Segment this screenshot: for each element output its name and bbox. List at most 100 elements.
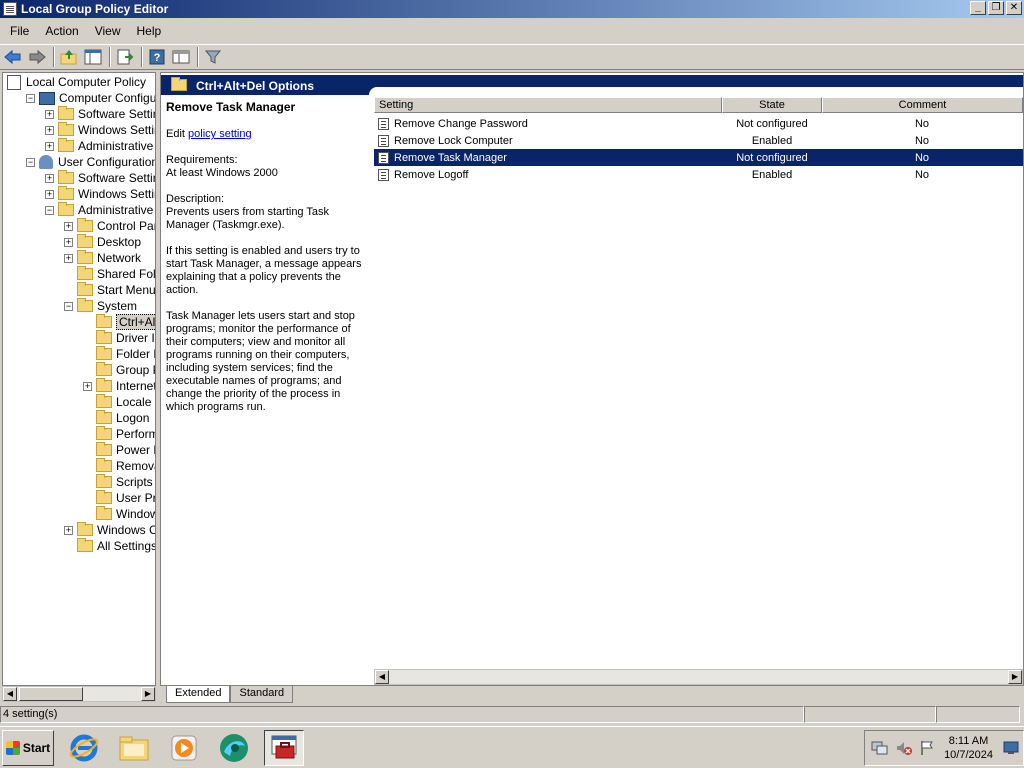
menu-bar: File Action View Help — [0, 20, 1024, 42]
tree-item[interactable]: Scripts — [83, 474, 153, 490]
collapse-icon[interactable]: − — [45, 205, 54, 215]
scroll-left-arrow-icon[interactable]: ◀ — [3, 687, 17, 701]
console-tree[interactable]: Local Computer Policy − Computer Configura… — [2, 72, 156, 686]
tree-item[interactable]: Local Computer Policy — [7, 74, 146, 90]
tree-item[interactable]: + Internet Co — [83, 378, 155, 394]
file-explorer-button[interactable] — [114, 730, 154, 766]
tree-item[interactable]: + Windows Settings — [45, 186, 155, 202]
network-icon[interactable] — [871, 740, 889, 756]
action-center-flag-icon[interactable] — [919, 740, 935, 756]
tree-item[interactable]: Locale Serv — [83, 394, 155, 410]
expand-icon[interactable]: + — [64, 221, 73, 231]
tree-item[interactable]: All Settings — [64, 538, 155, 554]
table-row[interactable]: Remove Change Password Not configured No — [374, 115, 1023, 132]
scroll-right-arrow-icon[interactable]: ▶ — [1008, 670, 1022, 684]
expand-icon[interactable]: + — [45, 189, 54, 199]
tree-item[interactable]: Driver Insta — [83, 330, 155, 346]
collapse-icon[interactable]: − — [26, 157, 35, 167]
tree-item[interactable]: + Windows Comp — [64, 522, 155, 538]
table-row[interactable]: Remove Task Manager Not configured No — [374, 149, 1023, 166]
toolbar-separator — [53, 47, 55, 67]
collapse-icon[interactable]: − — [64, 301, 73, 311]
close-button[interactable]: ✕ — [1006, 1, 1022, 15]
tree-item[interactable]: Performanc — [83, 426, 155, 442]
volume-muted-icon[interactable] — [895, 740, 913, 756]
menu-action[interactable]: Action — [39, 22, 84, 40]
tree-item[interactable]: Shared Folders — [64, 266, 156, 282]
tree-item[interactable]: − System — [64, 298, 137, 314]
properties-view-button[interactable] — [170, 46, 192, 68]
group-policy-editor-taskbar-button[interactable] — [264, 729, 304, 766]
tree-horizontal-scrollbar[interactable]: ◀ ▶ — [2, 686, 156, 702]
start-button[interactable]: Start — [2, 729, 54, 766]
filter-button[interactable] — [202, 46, 224, 68]
tree-item[interactable]: Windows H — [83, 506, 155, 522]
tree-item-label: Windows Settings — [78, 123, 155, 137]
media-player-button[interactable] — [164, 730, 204, 766]
collapse-icon[interactable]: − — [26, 93, 35, 103]
browser-button[interactable] — [214, 730, 254, 766]
tree-item-label: Administrative Tem — [78, 139, 155, 153]
setting-description: Remove Task Manager Edit policy setting … — [166, 101, 366, 427]
folder-icon — [58, 106, 74, 120]
expand-icon[interactable]: + — [45, 109, 54, 119]
up-one-level-button[interactable] — [58, 46, 80, 68]
help-button[interactable]: ? — [146, 46, 168, 68]
tree-item[interactable]: + Control Panel — [64, 218, 155, 234]
tree-item[interactable]: Power Man — [83, 442, 155, 458]
column-header-comment[interactable]: Comment — [822, 97, 1023, 113]
tree-item[interactable]: Ctrl+Alt+D — [83, 314, 155, 330]
tree-item[interactable]: Folder Red — [83, 346, 155, 362]
tree-item[interactable]: Start Menu and — [64, 282, 155, 298]
tree-item[interactable]: + Network — [64, 250, 141, 266]
forward-button[interactable] — [26, 46, 48, 68]
list-horizontal-scrollbar[interactable]: ◀ ▶ — [374, 669, 1023, 685]
tree-item[interactable]: + Administrative Tem — [45, 138, 155, 154]
expand-icon[interactable]: + — [45, 125, 54, 135]
tree-item[interactable]: User Profile — [83, 490, 155, 506]
expand-icon[interactable]: + — [83, 381, 92, 391]
menu-view[interactable]: View — [89, 22, 127, 40]
tree-item[interactable]: + Software Settings — [45, 106, 155, 122]
expand-icon[interactable]: + — [64, 237, 73, 247]
show-hide-tree-button[interactable] — [82, 46, 104, 68]
table-row[interactable]: Remove Lock Computer Enabled No — [374, 132, 1023, 149]
menu-help[interactable]: Help — [131, 22, 168, 40]
tab-standard[interactable]: Standard — [230, 686, 294, 703]
tree-item[interactable]: Logon — [83, 410, 149, 426]
expand-icon[interactable]: + — [45, 141, 54, 151]
expand-icon[interactable]: + — [45, 173, 54, 183]
tab-extended[interactable]: Extended — [166, 686, 231, 703]
clock[interactable]: 8:11 AM 10/7/2024 — [944, 734, 993, 762]
column-header-state[interactable]: State — [722, 97, 822, 113]
show-desktop-icon[interactable] — [1003, 741, 1019, 755]
tree-item[interactable]: − Administrative Tem — [45, 202, 155, 218]
minimize-button[interactable]: _ — [970, 1, 986, 15]
folder-icon — [77, 218, 93, 232]
tree-item[interactable]: Group Polic — [83, 362, 155, 378]
scroll-right-arrow-icon[interactable]: ▶ — [141, 687, 155, 701]
tree-item[interactable]: + Windows Settings — [45, 122, 155, 138]
export-list-button[interactable] — [114, 46, 136, 68]
back-button[interactable] — [2, 46, 24, 68]
tree-item-label: Group Polic — [116, 363, 155, 377]
folder-icon — [96, 458, 112, 472]
restore-button[interactable]: ❐ — [988, 1, 1004, 15]
column-header-setting[interactable]: Setting — [374, 97, 722, 113]
tree-item[interactable]: − User Configuration — [26, 154, 155, 170]
tree-item-label: Shared Folders — [97, 267, 156, 281]
folder-icon — [96, 378, 112, 392]
scroll-thumb[interactable] — [19, 687, 83, 701]
expand-icon[interactable]: + — [64, 253, 73, 263]
cell-setting: Remove Change Password — [374, 117, 722, 130]
expand-icon[interactable]: + — [64, 525, 73, 535]
menu-file[interactable]: File — [4, 22, 35, 40]
internet-explorer-button[interactable] — [64, 730, 104, 766]
table-row[interactable]: Remove Logoff Enabled No — [374, 166, 1023, 183]
tree-item[interactable]: + Software Settings — [45, 170, 155, 186]
edit-policy-setting-link[interactable]: policy setting — [188, 128, 252, 140]
tree-item[interactable]: Removable — [83, 458, 155, 474]
tree-item[interactable]: + Desktop — [64, 234, 141, 250]
tree-item[interactable]: − Computer Configuratio — [26, 90, 155, 106]
scroll-left-arrow-icon[interactable]: ◀ — [375, 670, 389, 684]
